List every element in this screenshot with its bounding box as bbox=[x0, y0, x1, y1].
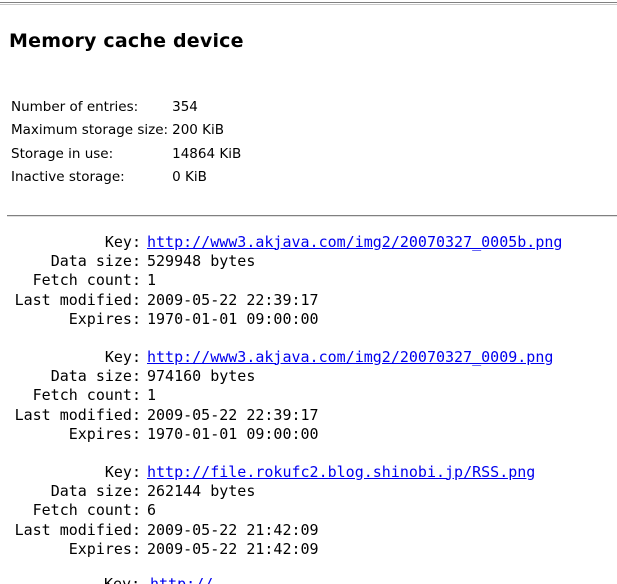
cache-entry: Key: http://file.rokufc2.blog.shinobi.jp… bbox=[0, 462, 536, 559]
fetch-count-value: 1 bbox=[147, 386, 157, 405]
entry-data-size-row: Data size: 529948 bytes bbox=[0, 251, 562, 270]
summary-label: Storage in use: bbox=[11, 145, 114, 162]
fetch-count-value: 1 bbox=[147, 271, 157, 290]
entry-fetch-count-row: Fetch count: 6 bbox=[0, 501, 535, 520]
fetch-count-label: Fetch count: bbox=[32, 271, 141, 290]
entry-last-modified-row: Last modified: 2009-05-22 22:39:17 bbox=[0, 290, 562, 309]
expires-value: 1970-01-01 09:00:00 bbox=[147, 310, 319, 329]
entry-expires-row: Expires: 1970-01-01 09:00:00 bbox=[0, 425, 553, 444]
cache-entry-partial: Key: http:// bbox=[0, 575, 617, 584]
entry-expires-row: Expires: 2009-05-22 21:42:09 bbox=[0, 539, 535, 558]
summary-value: 200 KiB bbox=[172, 122, 225, 139]
cache-entry: Key: http://www3.akjava.com/img2/2007032… bbox=[0, 347, 554, 444]
top-divider bbox=[0, 2, 617, 5]
data-size-label: Data size: bbox=[50, 252, 141, 271]
data-size-value: 974160 bytes bbox=[147, 367, 256, 386]
page-title: Memory cache device bbox=[9, 30, 244, 52]
entry-data-size-row: Data size: 262144 bytes bbox=[0, 481, 535, 500]
entry-key-link[interactable]: http://www3.akjava.com/img2/20070327_000… bbox=[147, 233, 562, 251]
entry-key-link[interactable]: http://www3.akjava.com/img2/20070327_000… bbox=[147, 348, 553, 366]
entry-key-link[interactable]: http://file.rokufc2.blog.shinobi.jp/RSS.… bbox=[147, 463, 535, 481]
expires-value: 1970-01-01 09:00:00 bbox=[147, 425, 319, 444]
expires-label: Expires: bbox=[68, 425, 141, 444]
entry-key-link[interactable]: http:// bbox=[150, 575, 213, 584]
fetch-count-label: Fetch count: bbox=[32, 386, 141, 405]
last-modified-label: Last modified: bbox=[14, 405, 141, 424]
data-size-label: Data size: bbox=[50, 367, 141, 386]
summary-row-inactive-storage: Inactive storage: 0 KiB bbox=[9, 166, 241, 190]
cache-entry: Key: http://www3.akjava.com/img2/2007032… bbox=[0, 232, 563, 329]
data-size-label: Data size: bbox=[50, 481, 141, 500]
entry-key-row: Key: http://www3.akjava.com/img2/2007032… bbox=[0, 232, 563, 251]
last-modified-value: 2009-05-22 22:39:17 bbox=[147, 405, 319, 424]
cache-summary-table: Number of entries: 354 Maximum storage s… bbox=[9, 95, 241, 189]
last-modified-value: 2009-05-22 22:39:17 bbox=[147, 290, 319, 309]
entry-fetch-count-row: Fetch count: 1 bbox=[0, 386, 553, 405]
summary-row-storage-in-use: Storage in use: 14864 KiB bbox=[9, 142, 241, 166]
last-modified-label: Last modified: bbox=[14, 290, 141, 309]
summary-label: Maximum storage size: bbox=[11, 122, 169, 139]
cache-entry-list: Key: http://www3.akjava.com/img2/2007032… bbox=[0, 232, 617, 577]
last-modified-value: 2009-05-22 21:42:09 bbox=[147, 520, 319, 539]
expires-label: Expires: bbox=[68, 310, 141, 329]
entry-expires-row: Expires: 1970-01-01 09:00:00 bbox=[0, 310, 562, 329]
key-label: Key: bbox=[104, 575, 141, 584]
summary-label: Number of entries: bbox=[11, 98, 139, 115]
entry-key-row: Key: http://www3.akjava.com/img2/2007032… bbox=[0, 347, 554, 366]
entry-data-size-row: Data size: 974160 bytes bbox=[0, 366, 553, 385]
data-size-value: 262144 bytes bbox=[147, 481, 256, 500]
summary-value: 0 KiB bbox=[172, 169, 207, 186]
expires-label: Expires: bbox=[68, 540, 141, 559]
summary-value: 14864 KiB bbox=[172, 145, 242, 162]
fetch-count-value: 6 bbox=[147, 501, 157, 520]
entry-last-modified-row: Last modified: 2009-05-22 21:42:09 bbox=[0, 520, 535, 539]
expires-value: 2009-05-22 21:42:09 bbox=[147, 540, 319, 559]
key-label: Key: bbox=[104, 462, 141, 481]
key-label: Key: bbox=[104, 347, 141, 366]
entry-last-modified-row: Last modified: 2009-05-22 22:39:17 bbox=[0, 405, 553, 424]
last-modified-label: Last modified: bbox=[14, 520, 141, 539]
section-divider bbox=[7, 215, 617, 217]
summary-row-max-storage: Maximum storage size: 200 KiB bbox=[9, 119, 241, 143]
key-label: Key: bbox=[104, 232, 141, 251]
summary-value: 354 bbox=[172, 98, 198, 115]
data-size-value: 529948 bytes bbox=[147, 252, 256, 271]
entry-key-row: Key: http://file.rokufc2.blog.shinobi.jp… bbox=[0, 462, 535, 481]
entry-fetch-count-row: Fetch count: 1 bbox=[0, 271, 562, 290]
summary-label: Inactive storage: bbox=[11, 169, 125, 186]
summary-row-entries: Number of entries: 354 bbox=[9, 95, 241, 119]
fetch-count-label: Fetch count: bbox=[32, 501, 141, 520]
